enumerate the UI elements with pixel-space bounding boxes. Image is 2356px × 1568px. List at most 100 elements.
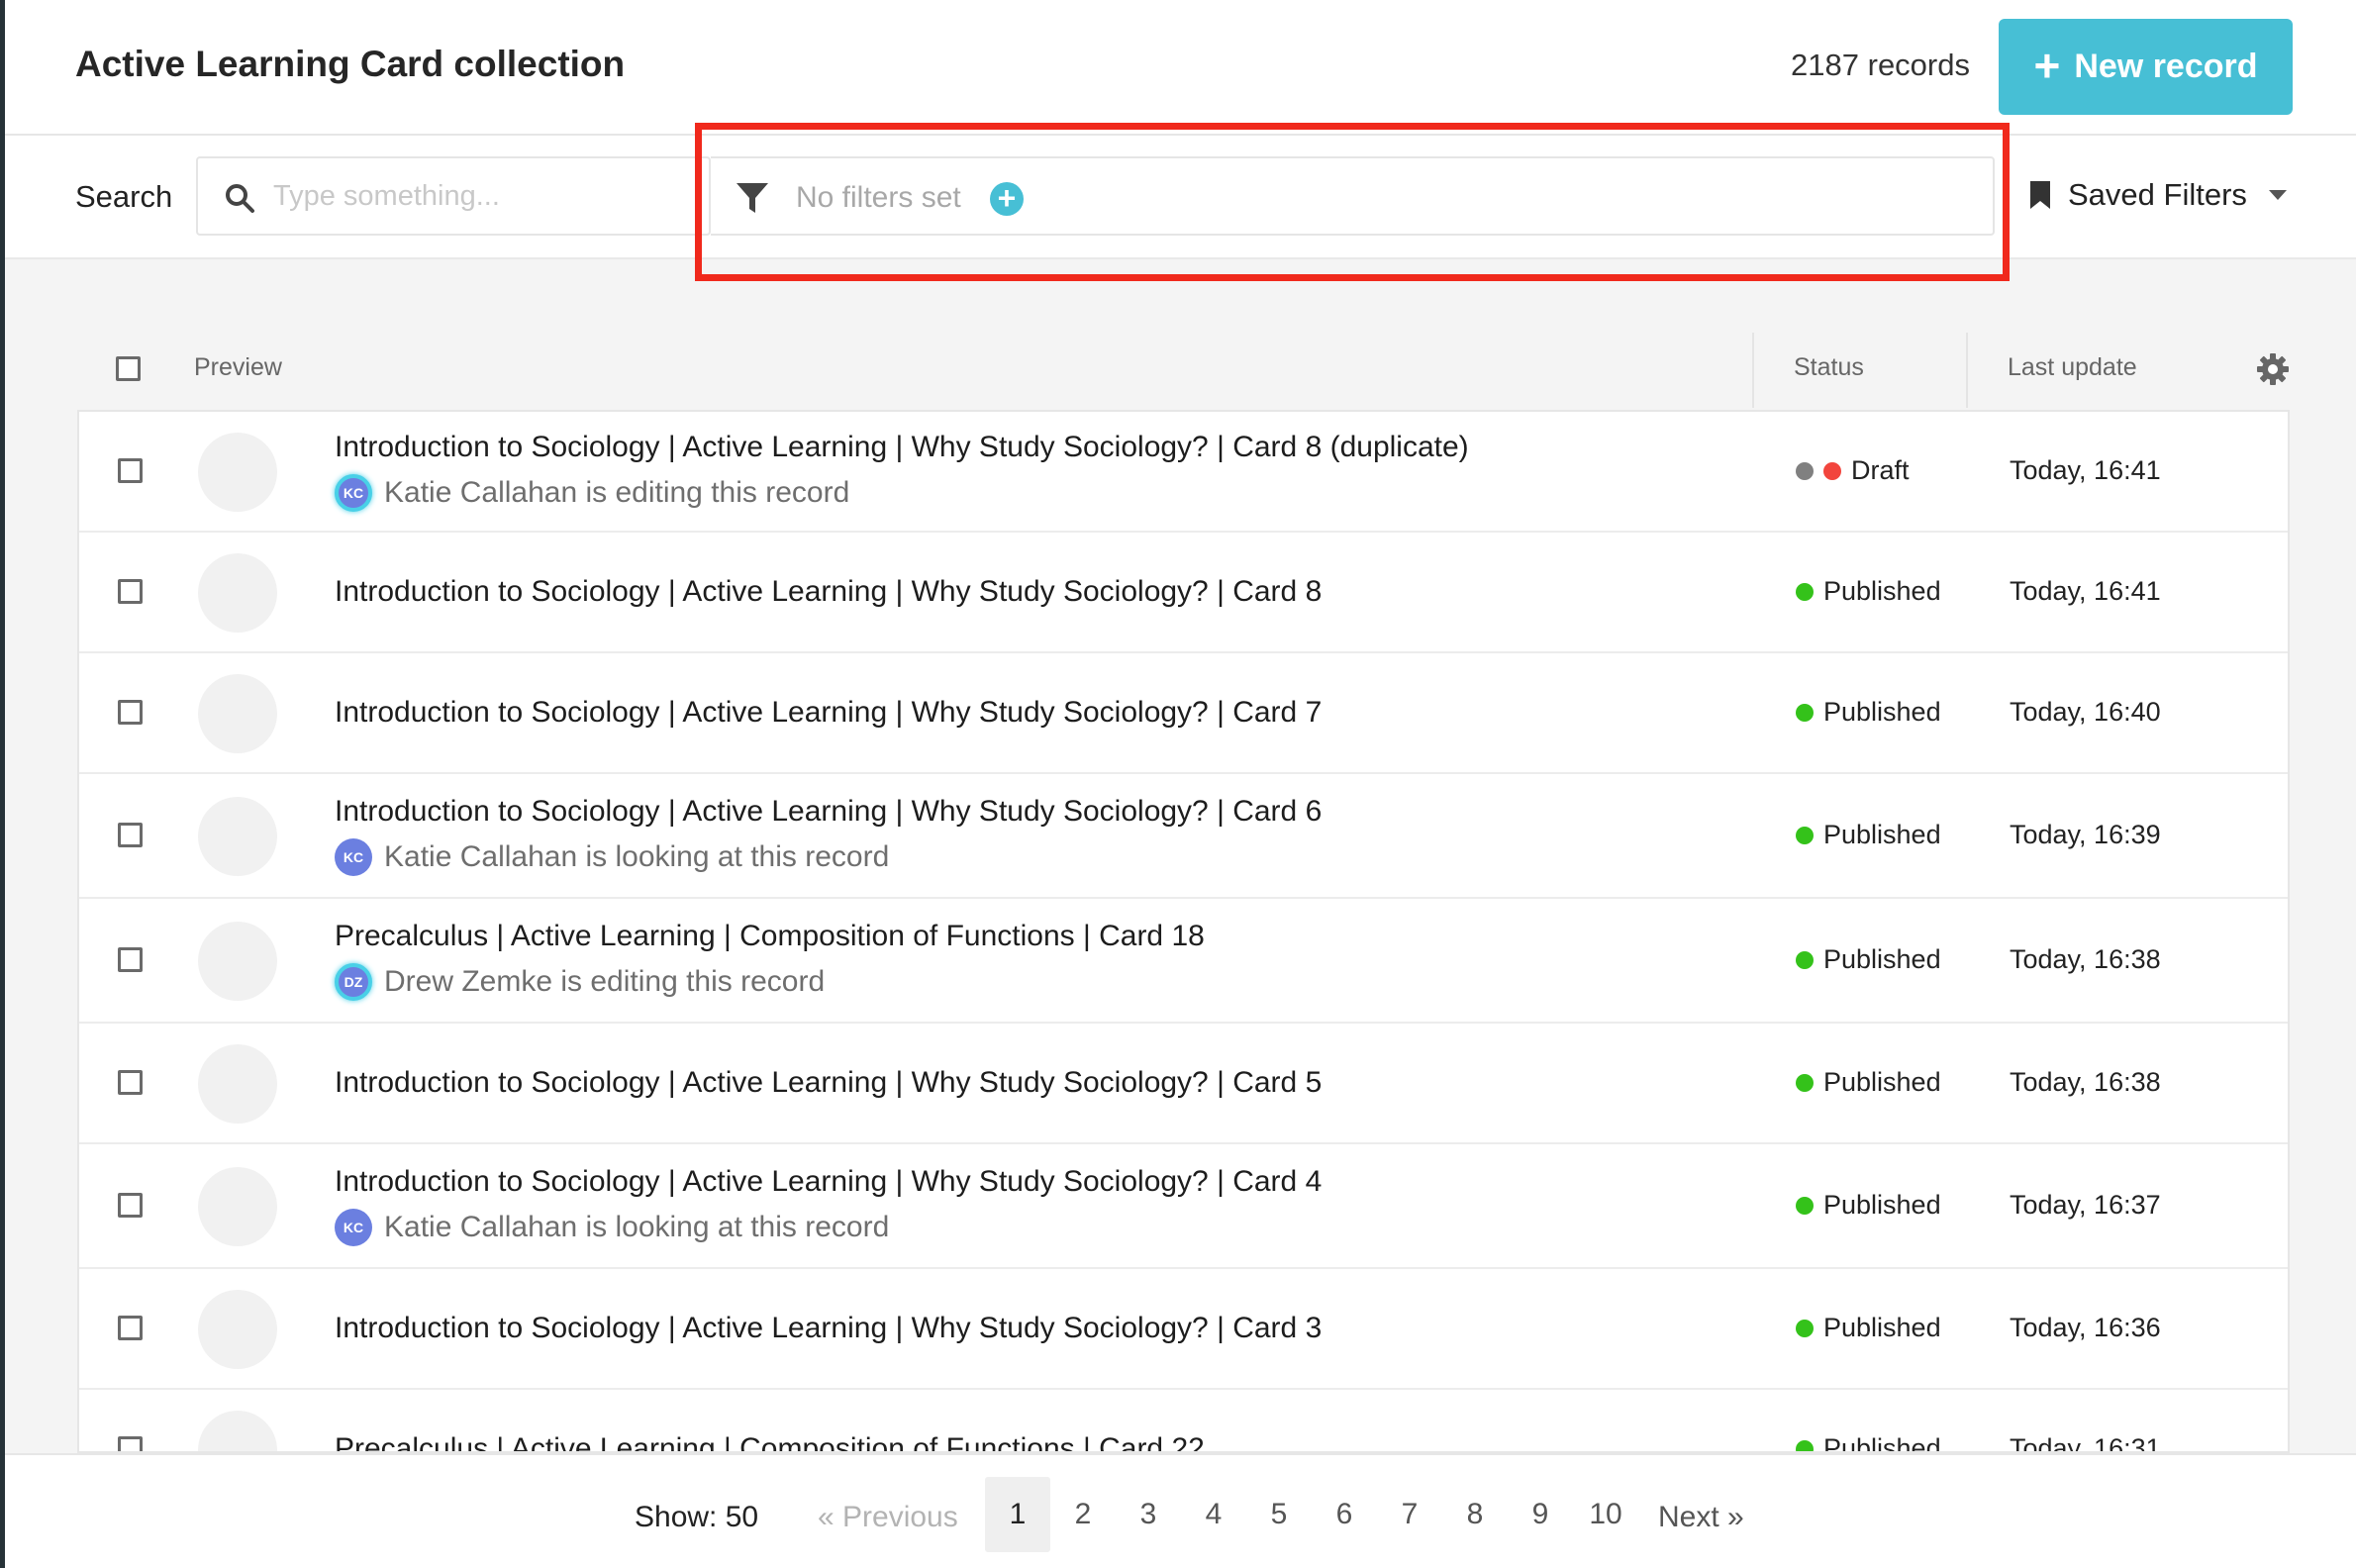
column-header-last-update[interactable]: Last update bbox=[2008, 353, 2137, 382]
table-row[interactable]: Introduction to Sociology | Active Learn… bbox=[79, 1269, 2288, 1390]
preview-thumbnail bbox=[198, 433, 277, 512]
last-update-time: Today, 16:36 bbox=[2010, 1313, 2161, 1342]
last-update-time: Today, 16:38 bbox=[2010, 1067, 2161, 1097]
table-row[interactable]: Introduction to Sociology | Active Learn… bbox=[79, 1144, 2288, 1269]
avatar: KC bbox=[335, 838, 372, 876]
filter-box[interactable]: No filters set + bbox=[711, 156, 1995, 236]
status-dot bbox=[1796, 950, 1814, 969]
presence-text: Katie Callahan is looking at this record bbox=[384, 840, 890, 873]
column-divider bbox=[1752, 333, 1754, 408]
record-title[interactable]: Precalculus | Active Learning | Composit… bbox=[335, 1432, 1205, 1451]
gear-icon[interactable] bbox=[2256, 352, 2290, 386]
status-label: Published bbox=[1823, 944, 1941, 974]
table-row[interactable]: Introduction to Sociology | Active Learn… bbox=[79, 653, 2288, 774]
status-label: Published bbox=[1823, 1313, 1941, 1342]
search-input[interactable] bbox=[273, 174, 689, 218]
page-link[interactable]: 5 bbox=[1246, 1477, 1312, 1552]
status-badge: Published bbox=[1796, 1190, 1941, 1221]
status-badge: Published bbox=[1796, 1313, 1941, 1343]
row-checkbox[interactable] bbox=[118, 579, 143, 604]
status-dot bbox=[1796, 1073, 1814, 1092]
table-row[interactable]: Introduction to Sociology | Active Learn… bbox=[79, 412, 2288, 533]
page-link[interactable]: 8 bbox=[1442, 1477, 1508, 1552]
table-row[interactable]: Precalculus | Active Learning | Composit… bbox=[79, 1390, 2288, 1453]
current-page[interactable]: 1 bbox=[985, 1477, 1050, 1552]
last-update-time: Today, 16:31 bbox=[2010, 1433, 2161, 1453]
preview-thumbnail bbox=[198, 1411, 277, 1451]
page-link[interactable]: 2 bbox=[1050, 1477, 1116, 1552]
row-checkbox[interactable] bbox=[118, 700, 143, 725]
table-row[interactable]: Precalculus | Active Learning | Composit… bbox=[79, 899, 2288, 1024]
record-title[interactable]: Introduction to Sociology | Active Learn… bbox=[335, 1312, 1322, 1345]
page-link[interactable]: 7 bbox=[1377, 1477, 1442, 1552]
page-size-selector[interactable]: Show: 50 bbox=[635, 1501, 758, 1534]
page-link[interactable]: 10 bbox=[1573, 1477, 1638, 1552]
last-update-time: Today, 16:37 bbox=[2010, 1190, 2161, 1220]
avatar: DZ bbox=[335, 963, 372, 1001]
status-dot bbox=[1796, 1196, 1814, 1215]
last-update-time: Today, 16:39 bbox=[2010, 820, 2161, 849]
column-header-preview: Preview bbox=[194, 353, 282, 381]
page-link[interactable]: 6 bbox=[1312, 1477, 1377, 1552]
table-row[interactable]: Introduction to Sociology | Active Learn… bbox=[79, 533, 2288, 653]
new-record-button[interactable]: + New record bbox=[1999, 19, 2293, 115]
row-checkbox[interactable] bbox=[118, 1436, 143, 1451]
presence-indicator: DZ Drew Zemke is editing this record bbox=[335, 963, 825, 1001]
pagination-bar: Show: 50 « Previous 1 2 3 4 5 6 7 8 9 10 Next » bbox=[5, 1453, 2356, 1568]
status-dot bbox=[1796, 1439, 1814, 1451]
status-label: Published bbox=[1823, 1190, 1941, 1220]
status-dot bbox=[1823, 461, 1841, 480]
bookmark-icon bbox=[2030, 181, 2050, 209]
presence-indicator: KC Katie Callahan is looking at this reco… bbox=[335, 838, 889, 876]
saved-filters-label: Saved Filters bbox=[2068, 177, 2247, 212]
row-checkbox[interactable] bbox=[118, 823, 143, 847]
row-checkbox[interactable] bbox=[118, 1070, 143, 1095]
avatar: KC bbox=[335, 474, 372, 512]
presence-indicator: KC Katie Callahan is looking at this reco… bbox=[335, 1209, 889, 1246]
avatar: KC bbox=[335, 1209, 372, 1246]
status-label: Published bbox=[1823, 576, 1941, 606]
status-badge: Draft bbox=[1796, 455, 1910, 486]
status-label: Published bbox=[1823, 697, 1941, 727]
record-title[interactable]: Introduction to Sociology | Active Learn… bbox=[335, 696, 1322, 730]
page-numbers: 1 2 3 4 5 6 7 8 9 10 bbox=[985, 1477, 1638, 1552]
record-title[interactable]: Introduction to Sociology | Active Learn… bbox=[335, 795, 1322, 829]
row-checkbox[interactable] bbox=[118, 458, 143, 483]
status-dot bbox=[1796, 582, 1814, 601]
chevron-down-icon bbox=[2268, 190, 2287, 200]
page-header: Active Learning Card collection 2187 rec… bbox=[5, 0, 2356, 136]
status-label: Published bbox=[1823, 820, 1941, 849]
saved-filters-dropdown[interactable]: Saved Filters bbox=[2028, 177, 2287, 213]
page-link[interactable]: 3 bbox=[1116, 1477, 1181, 1552]
record-title[interactable]: Introduction to Sociology | Active Learn… bbox=[335, 1165, 1322, 1199]
column-header-status[interactable]: Status bbox=[1794, 353, 1864, 382]
presence-text: Katie Callahan is looking at this record bbox=[384, 1211, 890, 1243]
filter-status-text: No filters set bbox=[796, 181, 961, 214]
record-title[interactable]: Introduction to Sociology | Active Learn… bbox=[335, 575, 1322, 609]
presence-text: Katie Callahan is editing this record bbox=[384, 476, 850, 509]
record-title[interactable]: Introduction to Sociology | Active Learn… bbox=[335, 1066, 1322, 1100]
search-box[interactable] bbox=[196, 156, 711, 236]
filter-icon bbox=[736, 183, 768, 213]
record-title[interactable]: Introduction to Sociology | Active Learn… bbox=[335, 431, 1469, 464]
row-checkbox[interactable] bbox=[118, 1193, 143, 1218]
page-link[interactable]: 4 bbox=[1181, 1477, 1246, 1552]
preview-thumbnail bbox=[198, 1290, 277, 1369]
presence-indicator: KC Katie Callahan is editing this record bbox=[335, 474, 849, 512]
status-dot bbox=[1796, 703, 1814, 722]
preview-thumbnail bbox=[198, 1167, 277, 1246]
row-checkbox[interactable] bbox=[118, 1316, 143, 1340]
plus-icon: + bbox=[2033, 39, 2061, 91]
next-page-link[interactable]: Next » bbox=[1658, 1501, 1744, 1534]
last-update-time: Today, 16:41 bbox=[2010, 455, 2161, 485]
table-row[interactable]: Introduction to Sociology | Active Learn… bbox=[79, 774, 2288, 899]
select-all-checkbox[interactable] bbox=[116, 356, 141, 381]
row-checkbox[interactable] bbox=[118, 947, 143, 972]
record-title[interactable]: Precalculus | Active Learning | Composit… bbox=[335, 920, 1205, 953]
page-link[interactable]: 9 bbox=[1508, 1477, 1573, 1552]
table-header: Preview Status Last update bbox=[77, 333, 2290, 408]
status-badge: Published bbox=[1796, 697, 1941, 728]
table-row[interactable]: Introduction to Sociology | Active Learn… bbox=[79, 1024, 2288, 1144]
search-label: Search bbox=[75, 179, 173, 214]
add-filter-icon[interactable]: + bbox=[990, 182, 1024, 216]
